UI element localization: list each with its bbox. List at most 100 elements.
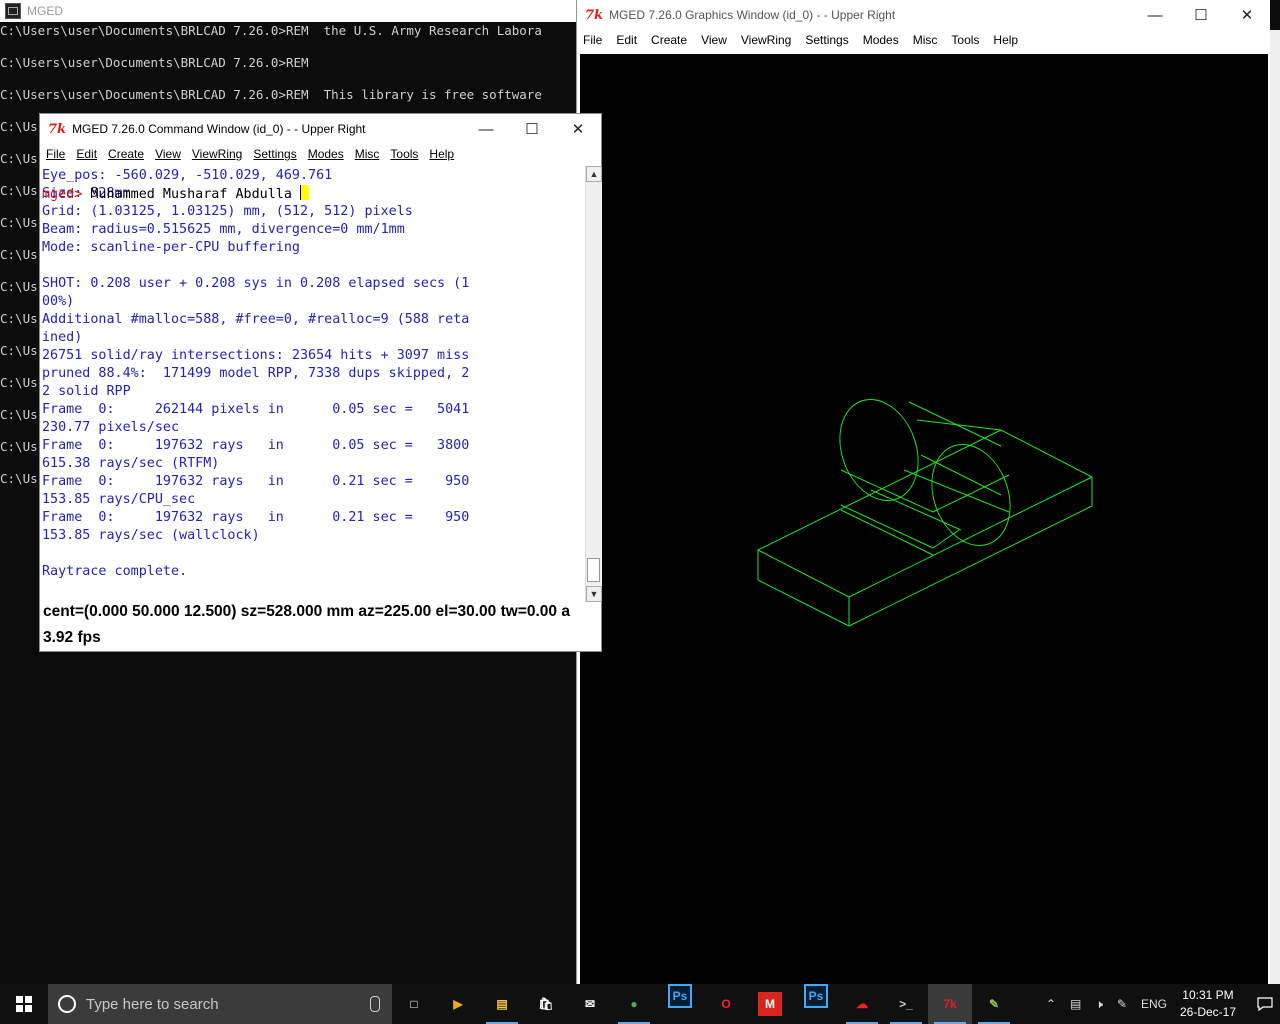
output-line: 153.85 rays/sec (wallclock) <box>42 528 260 543</box>
console-line: C:\Us <box>0 375 38 390</box>
menu-edit[interactable]: Edit <box>616 33 637 47</box>
fps-status: 3.92 fps <box>43 629 101 646</box>
output-line: 153.85 rays/CPU_sec <box>42 492 196 507</box>
command-window-title: MGED 7.26.0 Command Window (id_0) - - Up… <box>72 122 366 136</box>
paint-icon[interactable]: ✎ <box>972 984 1016 1024</box>
menu-misc[interactable]: Misc <box>913 33 938 47</box>
system-tray: ⌃ ▤ 🕨 ✎ ENG 10:31 PM 26-Dec-17 <box>1039 987 1280 1021</box>
console-line: C:\Users\user\Documents\BRLCAD 7.26.0>RE… <box>0 23 542 38</box>
graphics-window[interactable]: 7k MGED 7.26.0 Graphics Window (id_0) - … <box>576 0 1270 1024</box>
taskbar: Type here to search □ ▶ ▤ 🛍 ✉ ● Ps O M Ps ☁ >_ 7k ✎ ⌃… <box>0 984 1280 1024</box>
store-icon[interactable]: 🛍 <box>524 984 568 1024</box>
wireframe-edge <box>870 489 962 531</box>
wireframe-edge <box>757 429 1002 551</box>
menu-create[interactable]: Create <box>651 33 687 47</box>
m-app-icon[interactable]: M <box>758 992 782 1016</box>
scroll-down-arrow-icon[interactable]: ▼ <box>586 586 602 602</box>
menu-settings[interactable]: Settings <box>805 33 848 47</box>
minimize-button[interactable]: — <box>463 114 509 144</box>
console-line: C:\Us <box>0 311 38 326</box>
menu-viewring[interactable]: ViewRing <box>192 147 242 161</box>
console-icon[interactable]: >_ <box>884 984 928 1024</box>
menu-edit[interactable]: Edit <box>76 147 97 161</box>
output-line: Frame 0: 197632 rays in 0.21 sec = 950 <box>42 474 470 489</box>
output-line: SHOT: 0.208 user + 0.208 sys in 0.208 el… <box>42 276 470 291</box>
menu-help[interactable]: Help <box>429 147 454 161</box>
clock[interactable]: 10:31 PM 26-Dec-17 <box>1180 987 1236 1021</box>
windows-logo-icon <box>16 996 32 1012</box>
maximize-button[interactable]: ☐ <box>509 114 555 144</box>
network-icon[interactable]: ▤ <box>1070 997 1081 1011</box>
taskbar-search[interactable]: Type here to search <box>48 984 392 1024</box>
photoshop-icon[interactable]: Ps <box>668 984 692 1008</box>
cylinder-end-ellipse <box>931 444 1011 546</box>
console-line: C:\Us <box>0 247 38 262</box>
command-output[interactable]: Eye_pos: -560.029, -510.029, 469.761 Size… <box>42 167 573 601</box>
wireframe-edge <box>757 579 850 627</box>
close-button[interactable]: ✕ <box>555 114 601 144</box>
menu-create[interactable]: Create <box>108 147 144 161</box>
command-titlebar[interactable]: 7k MGED 7.26.0 Command Window (id_0) - -… <box>40 114 601 144</box>
command-scrollbar[interactable]: ▲ ▼ <box>585 166 602 602</box>
console-line: C:\Us <box>0 343 38 358</box>
output-line: Additional #malloc=588, #free=0, #reallo… <box>42 312 470 327</box>
menu-view[interactable]: View <box>701 33 727 47</box>
volume-muted-icon[interactable]: 🕨 <box>1095 997 1103 1012</box>
output-line: Frame 0: 262144 pixels in 0.05 sec = 504… <box>42 402 470 417</box>
show-hidden-icons-icon[interactable]: ⌃ <box>1046 997 1056 1011</box>
menu-modes[interactable]: Modes <box>863 33 899 47</box>
menu-file[interactable]: File <box>46 147 65 161</box>
menu-tools[interactable]: Tools <box>951 33 979 47</box>
file-explorer-icon[interactable]: ▤ <box>480 984 524 1024</box>
pen-icon[interactable]: ✎ <box>1117 997 1127 1011</box>
notification-icon[interactable] <box>1250 997 1280 1011</box>
console-app-icon <box>5 3 21 19</box>
menu-file[interactable]: File <box>583 33 602 47</box>
menu-modes[interactable]: Modes <box>308 147 344 161</box>
close-button[interactable]: ✕ <box>1224 0 1270 30</box>
output-line: 26751 solid/ray intersections: 23654 hit… <box>42 348 470 363</box>
command-prompt-line[interactable]: mged> Muhammed Musharaf Abdulla <box>42 185 573 203</box>
mged-icon[interactable]: 7k <box>928 984 972 1024</box>
console-line: C:\Us <box>0 439 38 454</box>
menu-misc[interactable]: Misc <box>355 147 380 161</box>
minimize-button[interactable]: — <box>1132 0 1178 30</box>
task-view-icon[interactable]: □ <box>392 984 436 1024</box>
menu-settings[interactable]: Settings <box>253 147 296 161</box>
scroll-thumb[interactable] <box>587 558 600 582</box>
chrome-icon[interactable]: ● <box>612 984 656 1024</box>
menu-help[interactable]: Help <box>993 33 1018 47</box>
mail-icon[interactable]: ✉ <box>568 984 612 1024</box>
wireframe-edge <box>916 419 1002 431</box>
menu-tools[interactable]: Tools <box>390 147 418 161</box>
menu-viewring[interactable]: ViewRing <box>741 33 791 47</box>
console-title: MGED <box>27 4 63 18</box>
maximize-button[interactable]: ☐ <box>1178 0 1224 30</box>
search-placeholder: Type here to search <box>86 995 219 1013</box>
start-button[interactable] <box>0 984 48 1024</box>
language-indicator[interactable]: ENG <box>1141 997 1167 1011</box>
command-input[interactable]: Muhammed Musharaf Abdulla <box>90 187 300 202</box>
creative-cloud-icon[interactable]: ☁ <box>840 984 884 1024</box>
console-line: C:\Us <box>0 183 38 198</box>
output-line: 2 solid RPP <box>42 384 131 399</box>
console-line: C:\Us <box>0 471 38 486</box>
wireframe-edge <box>908 401 1002 447</box>
command-window[interactable]: 7k MGED 7.26.0 Command Window (id_0) - -… <box>39 113 602 652</box>
output-line: 230.77 pixels/sec <box>42 420 180 435</box>
graphics-canvas[interactable] <box>580 54 1268 984</box>
console-line: C:\Users\user\Documents\BRLCAD 7.26.0>RE… <box>0 55 309 70</box>
taskbar-apps: □ ▶ ▤ 🛍 ✉ ● Ps O M Ps ☁ >_ 7k ✎ <box>392 984 1016 1024</box>
opera-icon[interactable]: O <box>704 984 748 1024</box>
output-line: Eye_pos: -560.029, -510.029, 469.761 <box>42 168 333 183</box>
graphics-scrollbar[interactable] <box>1270 30 1280 990</box>
media-player-icon[interactable]: ▶ <box>436 984 480 1024</box>
microphone-icon[interactable] <box>370 996 380 1012</box>
console-titlebar[interactable]: MGED <box>0 0 578 22</box>
menu-view[interactable]: View <box>155 147 181 161</box>
photoshop-icon[interactable]: Ps <box>804 984 828 1008</box>
scroll-up-arrow-icon[interactable]: ▲ <box>586 166 602 182</box>
graphics-titlebar[interactable]: 7k MGED 7.26.0 Graphics Window (id_0) - … <box>577 0 1270 30</box>
